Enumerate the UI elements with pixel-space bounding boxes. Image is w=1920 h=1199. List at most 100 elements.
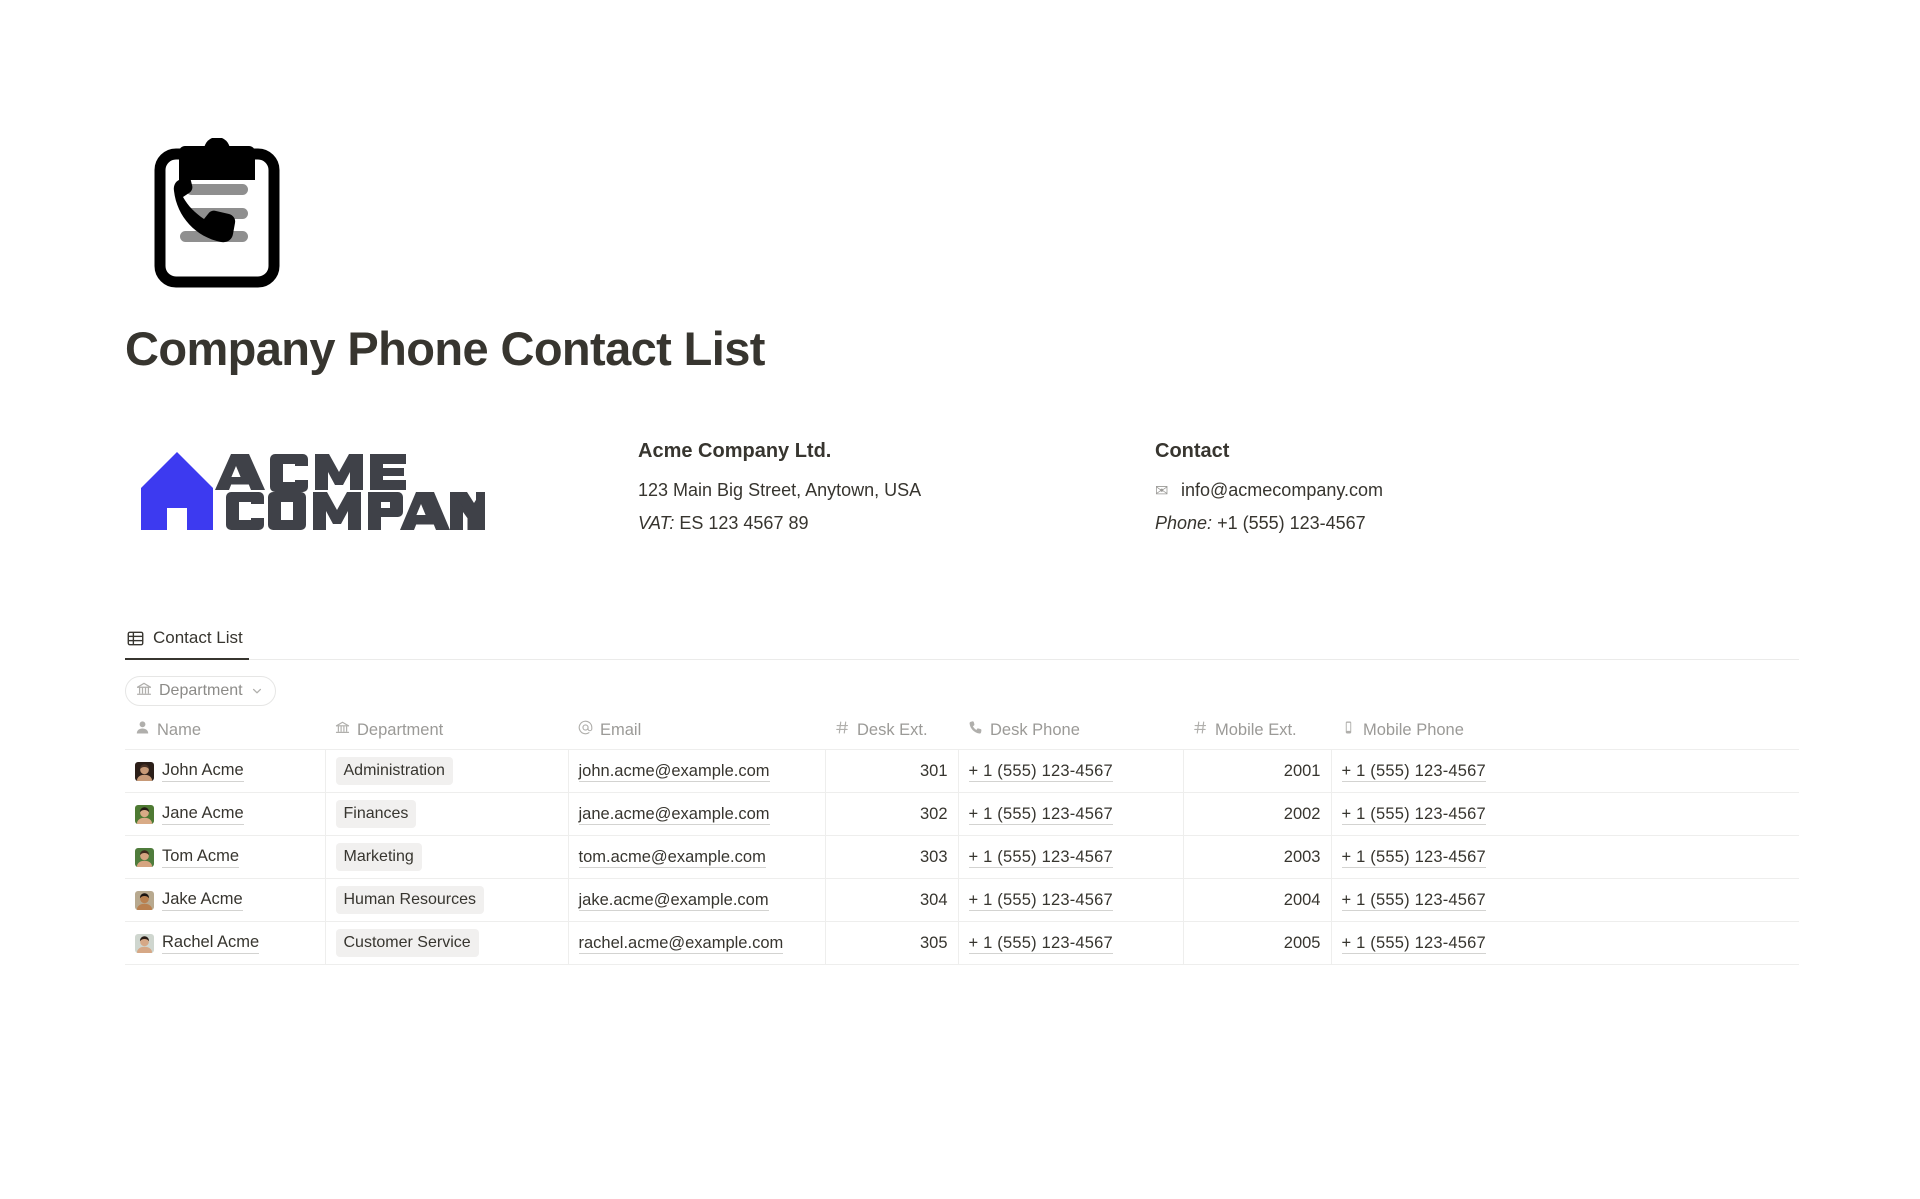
- cell-mobile-phone[interactable]: + 1 (555) 123-4567: [1331, 749, 1799, 793]
- tab-contact-list[interactable]: Contact List: [125, 618, 249, 660]
- col-header-name-label: Name: [157, 720, 202, 739]
- contact-email-line: ✉ info@acmecompany.com: [1155, 474, 1655, 507]
- avatar: [135, 847, 154, 867]
- hash-icon: [1193, 720, 1208, 740]
- contact-table: Name Department Email Desk Ext. Desk Pho…: [125, 720, 1799, 965]
- desk-ext-value: 302: [919, 804, 948, 823]
- desk-phone-link[interactable]: + 1 (555) 123-4567: [968, 804, 1113, 825]
- mobile-ext-value: 2005: [1283, 933, 1321, 952]
- cell-email[interactable]: john.acme@example.com: [568, 749, 826, 793]
- col-header-name[interactable]: Name: [125, 720, 325, 750]
- department-tag: Customer Service: [335, 929, 479, 957]
- col-header-email[interactable]: Email: [568, 720, 825, 750]
- cell-department[interactable]: Marketing: [325, 835, 569, 879]
- cell-email[interactable]: jake.acme@example.com: [568, 878, 826, 922]
- mobile-phone-link[interactable]: + 1 (555) 123-4567: [1341, 804, 1486, 825]
- cell-desk-ext[interactable]: 302: [825, 792, 959, 836]
- desk-phone-link[interactable]: + 1 (555) 123-4567: [968, 761, 1113, 782]
- col-header-mobile-ext[interactable]: Mobile Ext.: [1183, 720, 1331, 750]
- cell-email[interactable]: jane.acme@example.com: [568, 792, 826, 836]
- contact-table-wrapper: Name Department Email Desk Ext. Desk Pho…: [125, 720, 1799, 965]
- cell-desk-phone[interactable]: + 1 (555) 123-4567: [958, 921, 1184, 965]
- cell-mobile-phone[interactable]: + 1 (555) 123-4567: [1331, 878, 1799, 922]
- contact-email[interactable]: info@acmecompany.com: [1181, 480, 1383, 500]
- cell-name[interactable]: Rachel Acme: [125, 921, 326, 965]
- avatar: [135, 890, 154, 910]
- cell-desk-ext[interactable]: 303: [825, 835, 959, 879]
- cell-mobile-phone[interactable]: + 1 (555) 123-4567: [1331, 921, 1799, 965]
- desk-phone-link[interactable]: + 1 (555) 123-4567: [968, 933, 1113, 954]
- department-tag: Human Resources: [335, 886, 484, 914]
- company-info-band: Acme Company Ltd. 123 Main Big Street, A…: [125, 438, 1805, 548]
- contact-name-link[interactable]: Rachel Acme: [162, 933, 260, 954]
- page-root: Company Phone Contact List Acme Company …: [0, 0, 1920, 1199]
- clipboard-phone-icon: [152, 138, 282, 290]
- desk-ext-value: 305: [919, 933, 948, 952]
- mobile-phone-link[interactable]: + 1 (555) 123-4567: [1341, 890, 1486, 911]
- mobile-ext-value: 2002: [1283, 804, 1321, 823]
- tab-label: Contact List: [153, 628, 243, 647]
- person-icon: [135, 720, 150, 740]
- mobile-phone-link[interactable]: + 1 (555) 123-4567: [1341, 847, 1486, 868]
- bank-icon: [136, 681, 152, 702]
- cell-desk-ext[interactable]: 304: [825, 878, 959, 922]
- cell-mobile-ext[interactable]: 2003: [1183, 835, 1332, 879]
- contact-name-link[interactable]: Tom Acme: [162, 847, 240, 868]
- cell-mobile-phone[interactable]: + 1 (555) 123-4567: [1331, 835, 1799, 879]
- phone-label: Phone:: [1155, 513, 1213, 534]
- col-header-mobile-phone[interactable]: Mobile Phone: [1331, 720, 1799, 750]
- cell-desk-ext[interactable]: 305: [825, 921, 959, 965]
- cell-email[interactable]: rachel.acme@example.com: [568, 921, 826, 965]
- cell-name[interactable]: Tom Acme: [125, 835, 326, 879]
- contact-name-link[interactable]: Jane Acme: [162, 804, 244, 825]
- view-tabs: Contact List: [125, 618, 1799, 660]
- mobile-phone-link[interactable]: + 1 (555) 123-4567: [1341, 761, 1486, 782]
- acme-logo: [135, 448, 485, 538]
- contact-name-link[interactable]: Jake Acme: [162, 890, 243, 911]
- cell-mobile-ext[interactable]: 2002: [1183, 792, 1332, 836]
- mobile-ext-value: 2003: [1283, 847, 1321, 866]
- cell-email[interactable]: tom.acme@example.com: [568, 835, 826, 879]
- cell-desk-phone[interactable]: + 1 (555) 123-4567: [958, 835, 1184, 879]
- email-link[interactable]: jane.acme@example.com: [578, 804, 770, 825]
- table-row: John Acme Administration john.acme@example…: [125, 749, 1799, 793]
- cell-name[interactable]: John Acme: [125, 749, 326, 793]
- desk-phone-link[interactable]: + 1 (555) 123-4567: [968, 890, 1113, 911]
- cell-mobile-phone[interactable]: + 1 (555) 123-4567: [1331, 792, 1799, 836]
- desk-ext-value: 303: [919, 847, 948, 866]
- page-title: Company Phone Contact List: [125, 322, 765, 375]
- desk-phone-link[interactable]: + 1 (555) 123-4567: [968, 847, 1113, 868]
- email-link[interactable]: john.acme@example.com: [578, 761, 770, 782]
- table-row: Tom Acme Marketing tom.acme@example.com 303…: [125, 835, 1799, 879]
- col-header-desk-phone-label: Desk Phone: [990, 720, 1080, 739]
- filter-department[interactable]: Department: [125, 676, 276, 706]
- mobile-ext-value: 2001: [1283, 761, 1321, 780]
- department-tag: Finances: [335, 800, 417, 828]
- email-link[interactable]: rachel.acme@example.com: [578, 933, 784, 954]
- cell-department[interactable]: Customer Service: [325, 921, 569, 965]
- cell-name[interactable]: Jane Acme: [125, 792, 326, 836]
- col-header-desk-phone[interactable]: Desk Phone: [958, 720, 1183, 750]
- company-heading: Acme Company Ltd.: [638, 440, 832, 462]
- contact-heading: Contact: [1155, 440, 1230, 462]
- cell-desk-phone[interactable]: + 1 (555) 123-4567: [958, 792, 1184, 836]
- cell-name[interactable]: Jake Acme: [125, 878, 326, 922]
- cell-department[interactable]: Finances: [325, 792, 569, 836]
- cell-desk-phone[interactable]: + 1 (555) 123-4567: [958, 878, 1184, 922]
- cell-department[interactable]: Human Resources: [325, 878, 569, 922]
- col-header-department[interactable]: Department: [325, 720, 568, 750]
- cell-mobile-ext[interactable]: 2004: [1183, 878, 1332, 922]
- mobile-ext-value: 2004: [1283, 890, 1321, 909]
- cell-desk-ext[interactable]: 301: [825, 749, 959, 793]
- cell-desk-phone[interactable]: + 1 (555) 123-4567: [958, 749, 1184, 793]
- email-link[interactable]: jake.acme@example.com: [578, 890, 769, 911]
- cell-mobile-ext[interactable]: 2005: [1183, 921, 1332, 965]
- email-link[interactable]: tom.acme@example.com: [578, 847, 766, 868]
- cell-mobile-ext[interactable]: 2001: [1183, 749, 1332, 793]
- cell-department[interactable]: Administration: [325, 749, 569, 793]
- mobile-phone-link[interactable]: + 1 (555) 123-4567: [1341, 933, 1486, 954]
- filter-bar: Department: [125, 676, 276, 706]
- table-row: Jane Acme Finances jane.acme@example.com 30…: [125, 792, 1799, 836]
- contact-name-link[interactable]: John Acme: [162, 761, 244, 782]
- col-header-desk-ext[interactable]: Desk Ext.: [825, 720, 958, 750]
